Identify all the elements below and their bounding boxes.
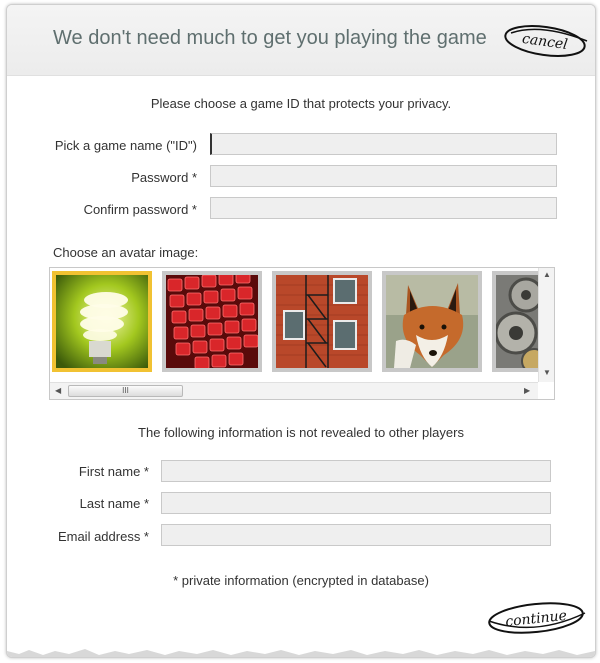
scroll-down-icon[interactable]: ▼ bbox=[543, 368, 551, 377]
avatar-option-gears[interactable] bbox=[492, 271, 538, 372]
avatar-option-building[interactable] bbox=[272, 271, 372, 372]
game-name-input[interactable] bbox=[210, 133, 557, 155]
continue-button[interactable]: continue bbox=[485, 597, 589, 637]
scroll-up-icon[interactable]: ▲ bbox=[543, 270, 551, 279]
password-input[interactable] bbox=[210, 165, 557, 187]
last-name-input[interactable] bbox=[161, 492, 551, 514]
confirm-password-label: Confirm password * bbox=[83, 202, 197, 217]
keyboard-icon bbox=[166, 275, 258, 368]
cancel-button[interactable]: cancel bbox=[501, 19, 591, 61]
light-bulb-icon bbox=[56, 275, 148, 368]
building-icon bbox=[276, 275, 368, 368]
game-name-label: Pick a game name ("ID") bbox=[54, 138, 197, 153]
scroll-left-icon[interactable]: ◀ bbox=[55, 386, 61, 395]
torn-edge bbox=[7, 649, 595, 657]
first-name-input[interactable] bbox=[161, 460, 551, 482]
gears-icon bbox=[496, 275, 538, 368]
game-id-intro: Please choose a game ID that protects yo… bbox=[150, 96, 452, 111]
scroll-right-icon[interactable]: ▶ bbox=[524, 386, 530, 395]
email-input[interactable] bbox=[161, 524, 551, 546]
fox-icon bbox=[386, 275, 478, 368]
continue-label: continue bbox=[505, 608, 568, 630]
avatar-option-red-keyboard[interactable] bbox=[162, 271, 262, 372]
page-title: We don't need much to get you playing th… bbox=[53, 27, 487, 49]
gallery-vertical-scrollbar[interactable]: ▲ ▼ bbox=[538, 268, 554, 382]
horizontal-scroll-thumb[interactable]: III bbox=[68, 385, 183, 397]
confirm-password-input[interactable] bbox=[210, 197, 557, 219]
avatar-label: Choose an avatar image: bbox=[53, 245, 199, 260]
password-label: Password * bbox=[131, 170, 197, 185]
avatar-gallery[interactable]: ▲ ▼ ◀ III ▶ bbox=[49, 267, 555, 400]
gallery-horizontal-scrollbar[interactable]: ◀ III ▶ bbox=[50, 382, 538, 399]
avatar-option-fox[interactable] bbox=[382, 271, 482, 372]
email-label: Email address * bbox=[57, 529, 149, 544]
cancel-label: cancel bbox=[521, 31, 569, 53]
last-name-label: Last name * bbox=[79, 496, 149, 511]
registration-dialog: We don't need much to get you playing th… bbox=[6, 4, 596, 658]
first-name-label: First name * bbox=[78, 464, 149, 479]
private-info-note: The following information is not reveale… bbox=[138, 425, 464, 440]
encryption-footnote: * private information (encrypted in data… bbox=[173, 573, 429, 588]
avatar-option-light-bulb[interactable] bbox=[52, 271, 152, 372]
dialog-header: We don't need much to get you playing th… bbox=[7, 5, 595, 76]
